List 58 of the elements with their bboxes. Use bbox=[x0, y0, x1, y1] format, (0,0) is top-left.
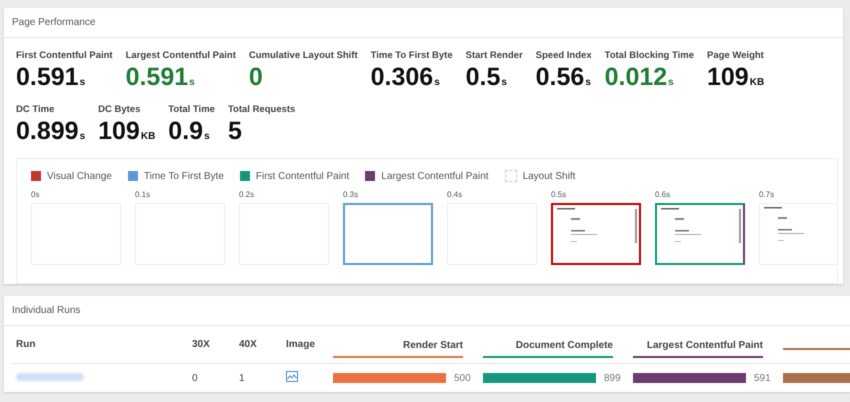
frame-time: 0.1s bbox=[135, 190, 152, 199]
bar-value: 591 bbox=[754, 372, 771, 384]
legend-label: First Contentful Paint bbox=[256, 170, 350, 182]
legend-label: Layout Shift bbox=[522, 170, 576, 182]
metric-label: DC Time bbox=[16, 104, 56, 116]
metric-label: DC Bytes bbox=[98, 104, 142, 116]
frame-time: 0s bbox=[31, 190, 40, 199]
metric-label: Time To First Byte bbox=[370, 50, 453, 62]
legend-label: Visual Change bbox=[47, 170, 112, 182]
page-preview-drawing bbox=[661, 208, 701, 243]
card-title: Page Performance bbox=[12, 17, 96, 28]
frame-time: 0.6s bbox=[655, 190, 672, 199]
metric-value: 0.5s bbox=[466, 62, 508, 93]
frame-time: 0.5s bbox=[551, 190, 568, 199]
column-header: 30X bbox=[192, 339, 211, 350]
legend-label: Time To First Byte bbox=[144, 170, 224, 182]
metric-label: Cumulative Layout Shift bbox=[248, 50, 358, 62]
metric-label: Start Render bbox=[466, 50, 523, 62]
metric-value: 0.899s bbox=[16, 116, 86, 147]
metric-value: 0.591s bbox=[16, 62, 86, 93]
column-header: Largest Contentful Paint bbox=[646, 340, 763, 352]
table-cell-text: 0 bbox=[192, 372, 199, 384]
image-icon[interactable] bbox=[286, 371, 298, 382]
scrollbar bbox=[739, 209, 741, 243]
metric-value: 109KB bbox=[707, 62, 764, 93]
metric-label: Speed Index bbox=[536, 50, 592, 62]
column-header: 40X bbox=[239, 339, 258, 350]
metric-value: 0.9s bbox=[168, 116, 211, 147]
page-preview-drawing bbox=[764, 207, 804, 242]
metric-value: 0.306s bbox=[370, 62, 441, 93]
metric-label: Total Time bbox=[168, 104, 215, 116]
column-header: Render Start bbox=[402, 340, 463, 352]
bar-value: 500 bbox=[454, 372, 471, 384]
table-cell-text: 1 bbox=[239, 372, 246, 384]
metric-value: 5 bbox=[228, 116, 243, 146]
metric-label: Page Weight bbox=[707, 50, 764, 62]
column-header: Run bbox=[15, 339, 36, 350]
legend-swatch bbox=[504, 170, 517, 182]
column-header: Image bbox=[286, 339, 316, 350]
metric-value: 109 KB bbox=[98, 116, 156, 147]
metric-value: 0 bbox=[248, 62, 264, 92]
column-header: Document Complete bbox=[516, 340, 613, 352]
legend-label: Largest Contentful Paint bbox=[381, 170, 489, 182]
metric-label: Largest Contentful Paint bbox=[126, 50, 236, 62]
frame-time: 0.7s bbox=[759, 190, 776, 199]
metric-value: 0.591s bbox=[126, 62, 196, 93]
metric-label: Total Requests bbox=[228, 104, 296, 116]
card-title: Individual Runs bbox=[12, 305, 80, 316]
frame-time: 0.2s bbox=[239, 190, 256, 199]
frame-time: 0.4s bbox=[447, 190, 464, 199]
page-preview-drawing bbox=[557, 208, 597, 243]
metric-label: Total Blocking Time bbox=[604, 50, 694, 62]
metric-value: 0.56s bbox=[536, 62, 592, 93]
metric-label: First Contentful Paint bbox=[16, 50, 113, 62]
metric-value: 0.012s bbox=[604, 62, 675, 93]
scrollbar bbox=[635, 209, 637, 243]
bar-value: 899 bbox=[604, 372, 621, 384]
frame-time: 0.3s bbox=[343, 190, 360, 199]
